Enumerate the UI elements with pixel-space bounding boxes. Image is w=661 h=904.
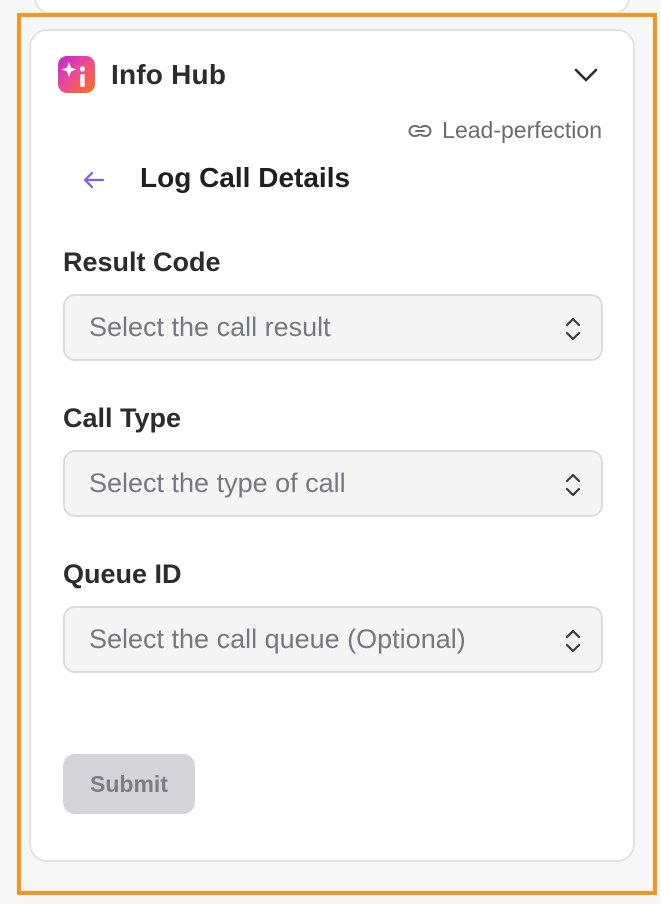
call-type-placeholder: Select the type of call xyxy=(89,468,346,498)
back-button[interactable] xyxy=(79,165,109,195)
chevron-up-down-icon xyxy=(565,629,581,653)
link-icon xyxy=(408,124,432,137)
submit-button[interactable]: Submit xyxy=(63,754,195,814)
lead-link[interactable]: Lead-perfection xyxy=(408,117,602,144)
chevron-down-icon xyxy=(574,68,598,82)
arrow-left-icon xyxy=(83,171,105,189)
result-code-placeholder: Select the call result xyxy=(89,312,331,342)
call-type-select[interactable]: Select the type of call xyxy=(63,450,603,517)
queue-id-label: Queue ID xyxy=(63,559,182,589)
call-type-label: Call Type xyxy=(63,403,182,433)
result-code-select[interactable]: Select the call result xyxy=(63,294,603,361)
result-code-label: Result Code xyxy=(63,247,221,277)
app-title: Info Hub xyxy=(111,58,227,90)
chevron-up-down-icon xyxy=(565,317,581,341)
queue-id-placeholder: Select the call queue (Optional) xyxy=(89,624,466,654)
lead-link-label: Lead-perfection xyxy=(442,117,602,143)
card-header: Info Hub xyxy=(58,56,226,93)
section-title: Log Call Details xyxy=(140,162,351,193)
info-hub-card: Info Hub Lead-perfection Log Call Detail… xyxy=(29,29,635,862)
collapse-button[interactable] xyxy=(569,61,603,89)
chevron-up-down-icon xyxy=(565,473,581,497)
previous-card-edge xyxy=(34,0,630,14)
queue-id-select[interactable]: Select the call queue (Optional) xyxy=(63,606,603,673)
sparkle-info-icon xyxy=(58,56,95,93)
